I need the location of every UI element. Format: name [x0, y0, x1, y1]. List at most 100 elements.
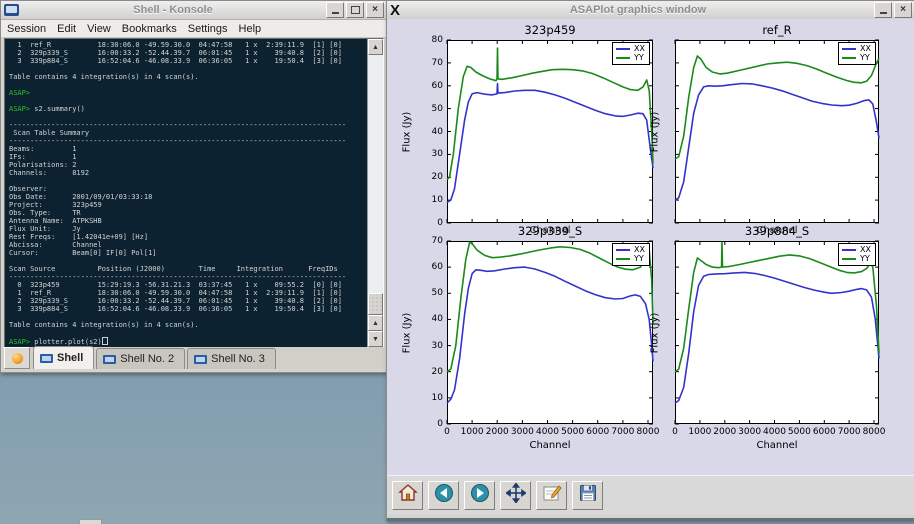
x11-app-icon: X: [390, 3, 400, 18]
minimize-icon: [880, 12, 887, 14]
menu-item-session[interactable]: Session: [7, 23, 46, 35]
subplot-ref_R: ref_RChannelFlux (Jy)XXYY: [675, 40, 879, 223]
scroll-down-icon[interactable]: ▼: [368, 331, 383, 347]
asaplot-window-title: ASAPlot graphics window: [404, 4, 872, 16]
pan-button[interactable]: [500, 481, 531, 510]
tab-shell-no-2[interactable]: Shell No. 2: [96, 348, 185, 369]
terminal-line: [9, 97, 367, 105]
back-button[interactable]: [428, 481, 459, 510]
scrollbar-track[interactable]: [368, 55, 383, 293]
plot-toolbar: [387, 475, 914, 515]
y-tick-label: 30: [419, 341, 443, 351]
terminal-icon: [103, 355, 116, 364]
legend: XXYY: [838, 42, 876, 65]
maximize-button[interactable]: [346, 2, 364, 18]
tab-shell-no-3[interactable]: Shell No. 3: [187, 348, 276, 369]
minimize-button[interactable]: [326, 2, 344, 18]
terminal-line: Antenna Name: ATPKSHB: [9, 217, 367, 225]
y-tick-label: 10: [419, 393, 443, 403]
terminal-line: ----------------------------------------…: [9, 121, 367, 129]
legend: XXYY: [612, 42, 650, 65]
subplot-329p339_S: 329p339_S0100020003000400050006000700080…: [447, 241, 653, 424]
close-button[interactable]: ×: [894, 2, 912, 18]
x-axis-label: Channel: [447, 440, 653, 451]
scroll-up-icon[interactable]: ▲: [368, 39, 383, 55]
tab-label: Shell No. 3: [211, 353, 265, 365]
scrollbar-thumb[interactable]: [368, 293, 383, 315]
terminal-line: [9, 65, 367, 73]
session-tabbar: Shell Shell No. 2 Shell No. 3: [4, 347, 384, 369]
home-button[interactable]: [392, 481, 423, 510]
legend-line-sample: [842, 57, 856, 59]
terminal-line: Flux Unit: Jy: [9, 225, 367, 233]
y-axis-label: Flux (Jy): [650, 312, 661, 353]
plot-title: 339p884_S: [675, 224, 879, 238]
menu-item-edit[interactable]: Edit: [57, 23, 76, 35]
terminal-line: Cursor: Beam[0] IF[0] Pol[1]: [9, 249, 367, 257]
plot-area[interactable]: [675, 241, 879, 424]
terminal-line: Abcissa: Channel: [9, 241, 367, 249]
terminal-line: ----------------------------------------…: [9, 137, 367, 145]
terminal-line: 3 339p884_S 16:52:04.6 -46.08.33.9 06:36…: [9, 57, 367, 65]
y-axis-label: Flux (Jy): [402, 312, 413, 353]
terminal-line: 2 329p339_S 16:00:33.2 -52.44.39.7 06:01…: [9, 297, 367, 305]
close-button[interactable]: ×: [366, 2, 384, 18]
legend-label: XX: [860, 245, 871, 254]
terminal-line: 1 ref_R 18:30:06.0 -49.59.30.0 04:47:58 …: [9, 289, 367, 297]
terminal-line: [9, 257, 367, 265]
terminal-icon: [194, 355, 207, 364]
y-tick-label: 60: [419, 81, 443, 91]
terminal-frame: 1 ref_R 18:30:06.0 -49.59.30.0 04:47:58 …: [4, 38, 384, 348]
terminal-line: ASAP> plotter.plot(s2): [9, 337, 367, 346]
konsole-window-title: Shell - Konsole: [22, 4, 324, 16]
edit-button[interactable]: [536, 481, 567, 510]
terminal-line: Beams: 1: [9, 145, 367, 153]
menu-item-help[interactable]: Help: [239, 23, 262, 35]
plot-area[interactable]: [675, 40, 879, 223]
plot-title: 323p459: [447, 23, 653, 37]
legend-line-sample: [616, 48, 630, 50]
forward-button[interactable]: [464, 481, 495, 510]
terminal-line: [9, 313, 367, 321]
terminal-output[interactable]: 1 ref_R 18:30:06.0 -49.59.30.0 04:47:58 …: [5, 39, 367, 347]
tab-label: Shell No. 2: [120, 353, 174, 365]
home-icon: [398, 483, 418, 508]
terminal-line: IFs: 1: [9, 153, 367, 161]
tab-shell[interactable]: Shell: [33, 346, 94, 369]
terminal-line: Observer:: [9, 185, 367, 193]
legend-line-sample: [616, 57, 630, 59]
terminal-line: Table contains 4 integration(s) in 4 sca…: [9, 321, 367, 329]
asaplot-titlebar[interactable]: X ASAPlot graphics window ×: [387, 1, 914, 20]
konsole-app-icon: [4, 4, 19, 16]
asaplot-window: X ASAPlot graphics window × 323p459 Chann…: [386, 0, 914, 521]
minimize-button[interactable]: [874, 2, 892, 18]
plot-area[interactable]: [447, 40, 653, 223]
terminal-line: ASAP>: [9, 89, 367, 97]
plot-area[interactable]: [447, 241, 653, 424]
konsole-titlebar[interactable]: Shell - Konsole ×: [1, 1, 387, 20]
legend-label: YY: [634, 254, 644, 263]
y-tick-label: 0: [419, 419, 443, 429]
y-tick-label: 40: [419, 127, 443, 137]
scroll-up2-icon[interactable]: ▲: [368, 315, 383, 331]
new-session-button[interactable]: [4, 347, 30, 369]
terminal-scrollbar[interactable]: ▲ ▲ ▼: [367, 39, 383, 347]
menu-item-view[interactable]: View: [87, 23, 111, 35]
legend-label: YY: [860, 53, 870, 62]
terminal-line: 1 ref_R 18:30:06.0 -49.59.30.0 04:47:58 …: [9, 41, 367, 49]
terminal-line: 0 323p459 15:29:19.3 -56.31.21.3 03:37:4…: [9, 281, 367, 289]
figure-canvas[interactable]: 323p459Channel01020304050607080Flux (Jy)…: [387, 19, 914, 475]
y-tick-label: 60: [419, 262, 443, 272]
y-axis-label: Flux (Jy): [650, 111, 661, 152]
terminal-icon: [40, 354, 53, 363]
legend-label: XX: [860, 44, 871, 53]
terminal-line: Project: 323p459: [9, 201, 367, 209]
y-tick-label: 0: [419, 218, 443, 228]
menu-item-bookmarks[interactable]: Bookmarks: [122, 23, 177, 35]
menu-item-settings[interactable]: Settings: [188, 23, 228, 35]
save-button[interactable]: [572, 481, 603, 510]
taskbar-peek: [79, 519, 102, 524]
y-tick-label: 80: [419, 35, 443, 45]
tab-label: Shell: [57, 352, 83, 364]
y-tick-label: 20: [419, 172, 443, 182]
